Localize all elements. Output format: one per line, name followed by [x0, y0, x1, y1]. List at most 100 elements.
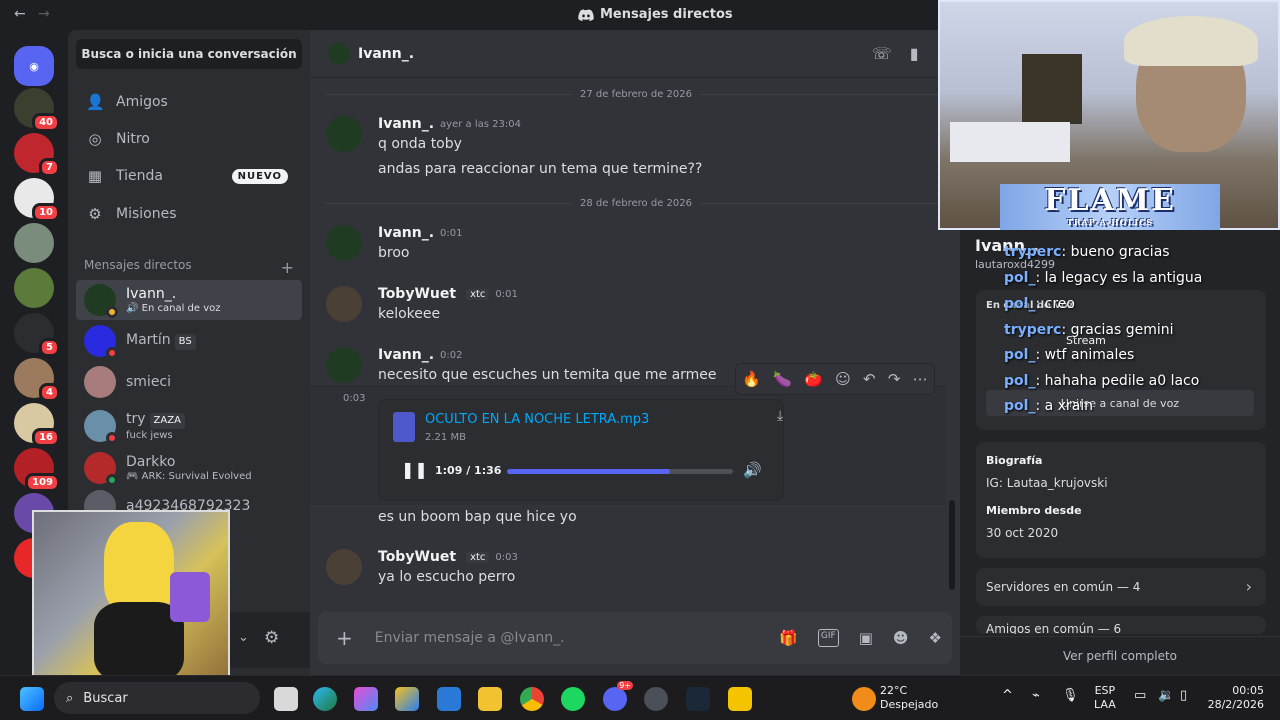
gift-icon[interactable]: 🎁 [779, 629, 798, 647]
mutual-friends-row[interactable]: Amigos en común — 6 [976, 616, 1266, 634]
chat-scrollbar[interactable] [949, 500, 955, 590]
voice-call-icon[interactable]: ☏ [872, 44, 892, 63]
more-options-icon[interactable]: ⋯ [913, 370, 928, 388]
mic-icon[interactable]: 🎙 [1062, 688, 1079, 703]
weather-icon[interactable] [852, 687, 876, 711]
discord-taskbar-icon[interactable]: 9+ [603, 681, 633, 711]
task-view-icon[interactable] [274, 687, 298, 711]
spotify-icon[interactable] [561, 687, 585, 711]
steam-icon[interactable] [686, 687, 710, 711]
tomato-reaction-button[interactable]: 🍅 [804, 370, 823, 388]
chrome-icon[interactable] [520, 687, 544, 711]
server-icon[interactable]: 4 [14, 358, 60, 402]
dm-name: Ivann_. [126, 285, 177, 302]
author-name[interactable]: Ivann_. [378, 347, 434, 363]
taskbar: ⌕ Buscar 9+ 22°C Despejado ^ ⌁ 🎙 ESP LAA … [0, 675, 1280, 720]
author-name[interactable]: TobyWuet [378, 549, 456, 565]
eggplant-reaction-button[interactable]: 🍆 [773, 370, 792, 388]
download-icon[interactable]: ⤓ [777, 408, 783, 424]
emoji-icon[interactable]: ☻ [893, 629, 909, 647]
status-indicator [106, 306, 118, 318]
nav-nitro[interactable]: ◎ Nitro [76, 121, 302, 157]
volume-icon[interactable]: 🔊 [743, 461, 762, 479]
back-arrow-icon[interactable]: ← [14, 6, 26, 22]
message: Ivann_. ayer a las 23:04 q onda toby anda… [326, 116, 946, 177]
outlook-icon[interactable] [437, 687, 461, 711]
rockstar-icon[interactable] [728, 687, 752, 711]
add-attachment-icon[interactable]: + [336, 626, 353, 650]
chevron-down-icon[interactable]: ⌄ [238, 630, 249, 645]
add-reaction-icon[interactable]: ☺ [835, 370, 851, 388]
stream-chat-text: : bueno gracias [1061, 244, 1170, 260]
forward-arrow-icon[interactable]: → [38, 6, 50, 22]
timestamp: 0:01 [495, 288, 518, 300]
reply-icon[interactable]: ↶ [863, 370, 876, 388]
notification-badge: 10 [32, 203, 60, 222]
server-icon[interactable]: 16 [14, 403, 60, 447]
message-text: q onda toby [378, 136, 462, 152]
clan-tag: ZAZA [149, 412, 185, 429]
server-icon[interactable] [14, 268, 54, 308]
clock[interactable]: 00:05 28/2/2026 [1204, 684, 1264, 712]
dm-item-ivann[interactable]: Ivann_. 🔊 En canal de voz [76, 280, 302, 320]
audio-progress-track[interactable] [507, 469, 733, 474]
author-avatar[interactable] [326, 286, 362, 322]
server-icon[interactable]: 40 [14, 88, 60, 132]
view-full-profile-button[interactable]: Ver perfil completo [960, 636, 1280, 675]
taskbar-search[interactable]: ⌕ Buscar [54, 682, 260, 714]
network-icon[interactable]: ⌁ [1032, 688, 1040, 703]
fire-reaction-button[interactable]: 🔥 [742, 370, 761, 388]
server-icon[interactable]: 109 [14, 448, 60, 492]
author-name[interactable]: Ivann_. [378, 116, 434, 132]
nav-quests[interactable]: ⚙ Misiones [76, 196, 302, 232]
author-name[interactable]: TobyWuet [378, 286, 456, 302]
forward-icon[interactable]: ↷ [888, 370, 901, 388]
battery-icon[interactable]: ▯ [1180, 688, 1187, 703]
create-dm-button[interactable]: + [281, 258, 294, 277]
server-icon[interactable]: 5 [14, 313, 60, 357]
windows-start-icon[interactable] [20, 687, 44, 711]
display-icon[interactable]: ▭ [1134, 688, 1146, 703]
mutual-friends-label: Amigos en común — 6 [986, 622, 1122, 634]
language-indicator[interactable]: ESP LAA [1094, 684, 1116, 712]
obs-icon[interactable] [644, 687, 668, 711]
sticker-icon[interactable]: ▣ [859, 629, 873, 647]
video-call-icon[interactable]: ▮ [910, 44, 919, 63]
author-avatar[interactable] [326, 225, 362, 261]
file-explorer-icon[interactable] [478, 687, 502, 711]
dm-item-try[interactable]: try ZAZA fuck jews [76, 406, 302, 446]
server-home[interactable]: ◉ [14, 46, 54, 86]
dm-item-martin[interactable]: Martín BS [76, 321, 302, 361]
dm-item-smieci[interactable]: smieci [76, 362, 302, 402]
author-name[interactable]: Ivann_. [378, 225, 434, 241]
copilot-icon[interactable] [354, 687, 378, 711]
message-input[interactable]: Enviar mensaje a @Ivann_. [375, 630, 565, 646]
recipient-name[interactable]: Ivann_. [358, 46, 414, 62]
gif-icon[interactable]: GIF [817, 629, 839, 647]
search-conversation-button[interactable]: Busca o inicia una conversación [76, 39, 302, 69]
mutual-servers-row[interactable]: Servidores en común — 4 › [976, 568, 1266, 606]
volume-tray-icon[interactable]: 🔉 [1158, 688, 1174, 703]
voice-icon: 🔊 [126, 302, 139, 314]
hovered-message[interactable]: 0:03 OCULTO EN LA NOCHE LETRA.mp3 2.21 M… [310, 385, 946, 505]
weather[interactable]: 22°C Despejado [880, 684, 938, 712]
author-avatar[interactable] [326, 549, 362, 585]
message-text: kelokeee [378, 306, 441, 322]
nav-shop[interactable]: ▦ Tienda NUEVO [76, 158, 302, 194]
server-icon[interactable]: 7 [14, 133, 60, 177]
dm-item-darkko[interactable]: Darkko 🎮 ARK: Survival Evolved [76, 448, 302, 488]
chevron-up-icon[interactable]: ^ [1002, 688, 1013, 703]
edge-icon[interactable] [313, 687, 337, 711]
dm-sub: fuck jews [126, 429, 173, 441]
nav-friends[interactable]: 👤 Amigos [76, 84, 302, 120]
audio-filename[interactable]: OCULTO EN LA NOCHE LETRA.mp3 [425, 412, 649, 427]
server-icon[interactable]: 10 [14, 178, 60, 222]
discord-icon [578, 8, 594, 21]
apps-icon[interactable]: ❖ [929, 629, 942, 647]
pause-button[interactable]: ❚❚ [401, 460, 428, 479]
store-icon[interactable] [395, 687, 419, 711]
author-avatar[interactable] [326, 347, 362, 383]
settings-gear-icon[interactable]: ⚙ [264, 628, 279, 648]
server-icon[interactable] [14, 223, 54, 263]
author-avatar[interactable] [326, 116, 362, 152]
